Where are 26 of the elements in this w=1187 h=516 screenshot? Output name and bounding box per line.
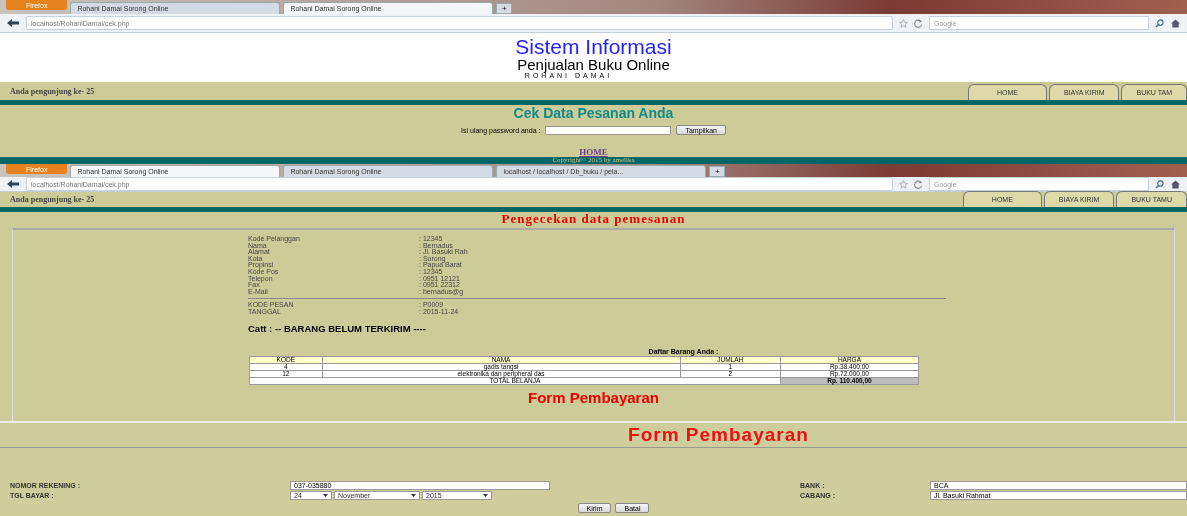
site-title: Sistem Informasi	[515, 36, 672, 57]
caret-icon	[411, 494, 416, 497]
search-icon[interactable]	[1155, 179, 1164, 189]
reload-icon[interactable]	[914, 179, 923, 189]
new-tab-button[interactable]: +	[496, 3, 513, 14]
home-icon[interactable]	[1170, 18, 1181, 28]
back-arrow-icon[interactable]	[6, 18, 20, 28]
star-icon[interactable]	[899, 18, 908, 28]
star-icon[interactable]	[899, 179, 908, 189]
section-heading: Pengecekan data pemesanan	[500, 212, 687, 226]
form-heading: Form Pembayaran	[527, 389, 660, 406]
shipping-note: Catt : -- BARANG BELUM TERKIRIM ----	[248, 323, 427, 334]
reload-icon[interactable]	[914, 18, 923, 28]
home-link[interactable]: HOME	[0, 147, 1187, 157]
home-icon[interactable]	[1170, 179, 1181, 189]
visitor-counter: Anda pengunjung ke- 25	[9, 195, 95, 204]
site-subtitle: Penjualan Buku Online	[517, 56, 670, 72]
new-tab-button[interactable]: +	[709, 166, 726, 177]
caret-icon	[483, 494, 488, 497]
caret-icon	[323, 494, 328, 497]
search-icon[interactable]	[1155, 18, 1164, 28]
back-arrow-icon[interactable]	[6, 179, 20, 189]
page-heading: Cek Data Pesanan Anda	[512, 105, 675, 121]
form-title: Form Pembayaran	[627, 425, 810, 445]
password-field[interactable]	[545, 125, 672, 135]
visitor-counter: Anda pengunjung ke- 25	[9, 86, 95, 96]
